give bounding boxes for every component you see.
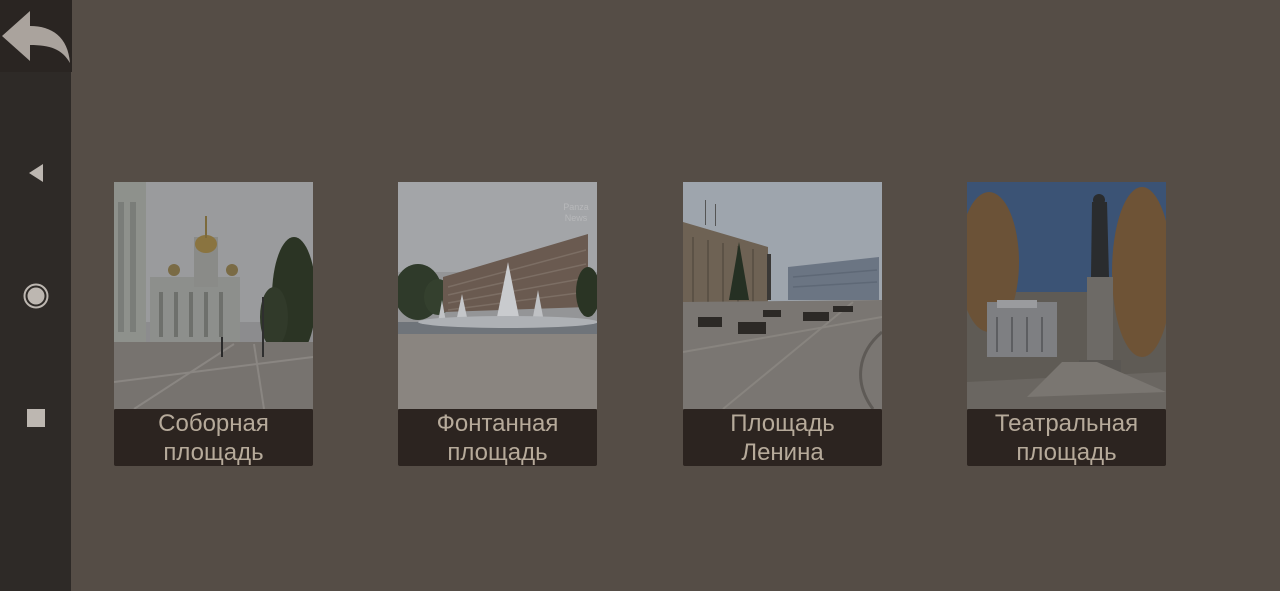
- place-card-fountain-square[interactable]: Panza News Фонтанная площадь: [398, 182, 597, 466]
- system-recents-button[interactable]: [0, 388, 71, 448]
- system-back-button[interactable]: [0, 143, 71, 203]
- photo-watermark-line2: News: [565, 213, 588, 223]
- place-card-label: Площадь Ленина: [683, 409, 882, 466]
- place-card-lenin-square[interactable]: Площадь Ленина: [683, 182, 882, 466]
- place-card-cathedral-square[interactable]: Соборная площадь: [114, 182, 313, 466]
- place-card-theatre-square[interactable]: Театральная площадь: [967, 182, 1166, 466]
- circle-home-icon: [23, 283, 48, 309]
- place-card-title-line1: Площадь: [730, 409, 835, 437]
- screen: Соборная площадь Panza News Фонтанная пл…: [0, 0, 1280, 591]
- place-card-title-line2: площадь: [447, 438, 548, 466]
- app-back-button[interactable]: [0, 0, 72, 72]
- curved-back-arrow-icon: [2, 11, 70, 63]
- place-card-title-line2: Ленина: [741, 438, 824, 466]
- place-card-label: Фонтанная площадь: [398, 409, 597, 466]
- square-recents-icon: [26, 409, 45, 427]
- place-card-title-line1: Театральная: [994, 409, 1139, 437]
- cathedral-square-photo: [114, 182, 313, 409]
- place-card-title-line1: Соборная: [158, 409, 269, 437]
- place-card-label: Театральная площадь: [967, 409, 1166, 466]
- place-card-title-line2: площадь: [1016, 438, 1117, 466]
- place-card-label: Соборная площадь: [114, 409, 313, 466]
- triangle-back-icon: [28, 164, 43, 182]
- system-home-button[interactable]: [0, 266, 71, 326]
- lenin-square-photo: [683, 182, 882, 409]
- place-card-title-line2: площадь: [163, 438, 264, 466]
- place-card-title-line1: Фонтанная: [436, 409, 559, 437]
- system-navigation-bar: [0, 0, 71, 591]
- photo-watermark-line1: Panza: [563, 202, 589, 212]
- fountain-square-photo: Panza News: [398, 182, 597, 409]
- theatre-square-photo: [967, 182, 1166, 409]
